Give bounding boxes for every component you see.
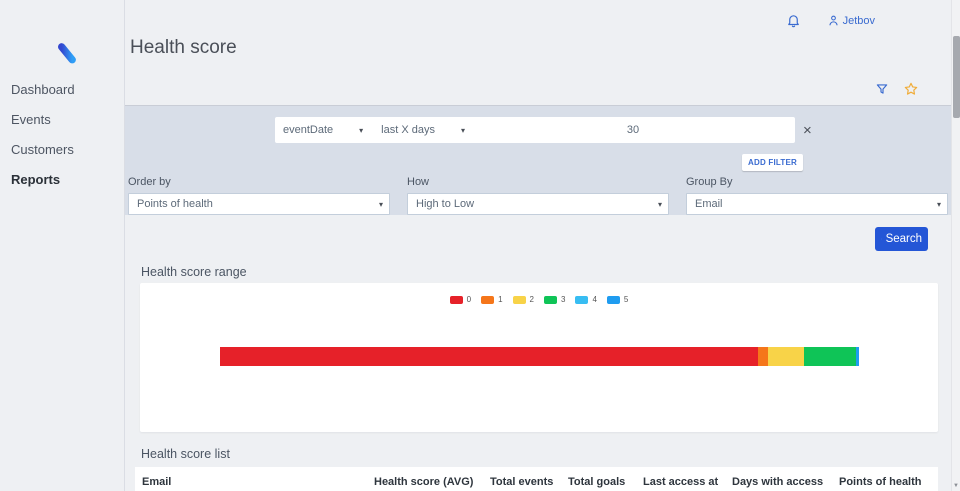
legend-item-3[interactable]: 3 bbox=[544, 295, 565, 304]
table-header-row: Email Health score (AVG) Total events Total… bbox=[135, 467, 938, 488]
filter-field-select[interactable]: eventDate ▾ bbox=[275, 117, 369, 143]
column-header-last-access-at[interactable]: Last access at bbox=[643, 476, 732, 488]
legend-label: 4 bbox=[592, 295, 597, 304]
filter-period-select[interactable]: last X days ▾ bbox=[369, 117, 471, 143]
scrollbar-down-arrow[interactable]: ▼ bbox=[952, 483, 960, 489]
legend-label: 2 bbox=[529, 295, 534, 304]
main-content: Health score Jetbov eventDate ▾ last X d… bbox=[125, 0, 951, 491]
user-menu[interactable]: Jetbov bbox=[827, 14, 875, 27]
column-header-total-events[interactable]: Total events bbox=[490, 476, 568, 488]
bar-segment-3 bbox=[804, 347, 856, 366]
chevron-down-icon: ▾ bbox=[378, 199, 383, 209]
remove-filter-icon[interactable]: × bbox=[803, 117, 812, 143]
filter-panel: eventDate ▾ last X days ▾ × ADD FILTER O… bbox=[125, 106, 951, 215]
notifications-bell-icon[interactable] bbox=[786, 13, 801, 28]
legend-swatch-4 bbox=[575, 295, 589, 304]
sidebar: Dashboard Events Customers Reports bbox=[0, 0, 125, 491]
column-header-total-goals[interactable]: Total goals bbox=[568, 476, 643, 488]
app-window: Dashboard Events Customers Reports Health s… bbox=[0, 0, 960, 491]
legend-item-2[interactable]: 2 bbox=[512, 295, 534, 304]
range-card-title: Health score range bbox=[141, 265, 247, 279]
topbar: Health score Jetbov bbox=[125, 0, 951, 106]
sidebar-item-customers[interactable]: Customers bbox=[0, 136, 124, 163]
search-button[interactable]: Search bbox=[875, 227, 928, 251]
group-by-select[interactable]: Email ▾ bbox=[686, 193, 948, 215]
sidebar-nav: Dashboard Events Customers Reports bbox=[0, 76, 124, 196]
column-header-email[interactable]: Email bbox=[135, 476, 374, 488]
how-label: How bbox=[407, 176, 430, 188]
jetbov-logo-icon bbox=[47, 33, 76, 65]
page-title: Health score bbox=[130, 37, 237, 58]
health-score-table: Email Health score (AVG) Total events Total… bbox=[135, 467, 938, 491]
group-by-label: Group By bbox=[686, 176, 733, 188]
list-title: Health score list bbox=[141, 447, 230, 461]
legend-swatch-0 bbox=[449, 295, 463, 304]
bar-segment-0 bbox=[220, 347, 759, 366]
legend-swatch-1 bbox=[481, 295, 495, 304]
column-header-points-of-health[interactable]: Points of health bbox=[839, 476, 931, 488]
chevron-down-icon: ▾ bbox=[657, 199, 662, 209]
sidebar-item-events[interactable]: Events bbox=[0, 106, 124, 133]
filter-row: eventDate ▾ last X days ▾ bbox=[275, 117, 795, 143]
health-score-stacked-bar bbox=[220, 347, 859, 366]
user-icon bbox=[829, 15, 838, 26]
legend-label: 3 bbox=[561, 295, 566, 304]
bar-segment-1 bbox=[758, 347, 769, 366]
user-name: Jetbov bbox=[842, 14, 875, 27]
chevron-down-icon: ▾ bbox=[460, 125, 465, 135]
search-icon bbox=[881, 238, 882, 240]
column-header-health-score-avg[interactable]: Health score (AVG) bbox=[374, 476, 490, 488]
legend-item-0[interactable]: 0 bbox=[449, 295, 472, 304]
legend-item-1[interactable]: 1 bbox=[481, 295, 503, 304]
legend-swatch-3 bbox=[544, 295, 557, 304]
filter-funnel-icon[interactable] bbox=[875, 82, 889, 96]
legend-label: 0 bbox=[466, 295, 472, 304]
chart-legend: 0 1 2 3 4 5 bbox=[140, 295, 938, 304]
chevron-down-icon: ▾ bbox=[936, 199, 941, 209]
bar-segment-5 bbox=[855, 347, 859, 366]
order-by-select[interactable]: Points of health ▾ bbox=[128, 193, 390, 215]
chevron-down-icon: ▾ bbox=[359, 125, 364, 135]
health-score-range-card: 0 1 2 3 4 5 bbox=[140, 283, 938, 432]
filter-amount-input[interactable] bbox=[471, 123, 795, 137]
legend-swatch-2 bbox=[512, 295, 526, 304]
order-by-label: Order by bbox=[128, 176, 171, 188]
legend-item-5[interactable]: 5 bbox=[606, 295, 629, 304]
legend-item-4[interactable]: 4 bbox=[575, 295, 597, 304]
bar-segment-2 bbox=[768, 347, 805, 366]
column-header-days-with-access[interactable]: Days with access bbox=[732, 476, 839, 488]
vertical-scrollbar[interactable]: ▼ bbox=[951, 0, 960, 491]
jetbov-logo[interactable] bbox=[44, 28, 84, 68]
add-filter-button[interactable]: ADD FILTER bbox=[742, 154, 803, 171]
sidebar-item-dashboard[interactable]: Dashboard bbox=[0, 76, 124, 103]
legend-label: 1 bbox=[498, 295, 503, 304]
how-select[interactable]: High to Low ▾ bbox=[407, 193, 669, 215]
scrollbar-thumb[interactable] bbox=[953, 36, 960, 118]
legend-label: 5 bbox=[623, 295, 629, 304]
legend-swatch-5 bbox=[606, 295, 620, 304]
favorite-star-icon[interactable] bbox=[903, 81, 919, 97]
sidebar-item-reports[interactable]: Reports bbox=[0, 166, 124, 193]
